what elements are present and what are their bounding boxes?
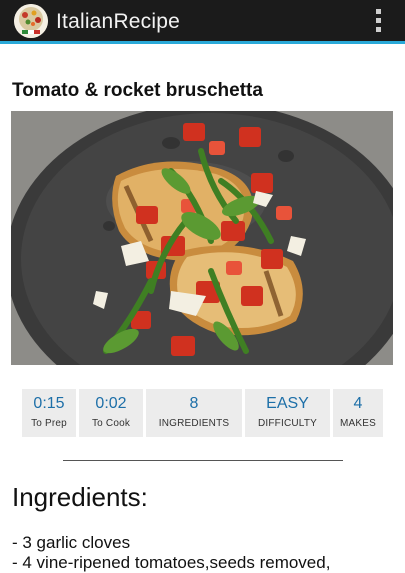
overflow-menu-icon[interactable] bbox=[373, 9, 383, 33]
ingredients-heading: Ingredients: bbox=[12, 482, 148, 512]
stat-makes: 4 MAKES bbox=[333, 389, 383, 437]
ingredient-item: - 3 garlic cloves bbox=[12, 533, 131, 552]
app-title: ItalianRecipe bbox=[56, 10, 181, 33]
recipe-stats: 0:15 To Prep 0:02 To Cook 8 INGREDIENTS … bbox=[22, 389, 383, 437]
stat-prep-time: 0:15 To Prep bbox=[22, 389, 76, 437]
stat-label: MAKES bbox=[339, 418, 376, 429]
stat-value: 0:02 bbox=[95, 395, 127, 412]
ingredient-item: - 4 vine-ripened tomatoes,seeds removed, bbox=[12, 553, 331, 572]
stat-value: 8 bbox=[189, 395, 199, 412]
stat-difficulty: EASY DIFFICULTY bbox=[245, 389, 330, 437]
stat-value: 0:15 bbox=[33, 395, 65, 412]
stat-label: To Prep bbox=[31, 418, 67, 429]
recipe-photo bbox=[11, 111, 393, 365]
stat-ingredients: 8 INGREDIENTS bbox=[146, 389, 242, 437]
section-divider bbox=[63, 460, 343, 461]
ingredient-list: - 3 garlic cloves - 4 vine-ripened tomat… bbox=[12, 533, 330, 573]
stat-value: EASY bbox=[266, 395, 309, 412]
stat-value: 4 bbox=[353, 395, 363, 412]
action-bar: ItalianRecipe bbox=[0, 0, 405, 44]
stat-cook-time: 0:02 To Cook bbox=[79, 389, 143, 437]
stat-label: DIFFICULTY bbox=[257, 418, 318, 429]
stat-label: INGREDIENTS bbox=[158, 418, 230, 429]
app-logo-icon[interactable] bbox=[14, 4, 48, 38]
stat-label: To Cook bbox=[91, 418, 131, 429]
recipe-title: Tomato & rocket bruschetta bbox=[12, 80, 263, 101]
